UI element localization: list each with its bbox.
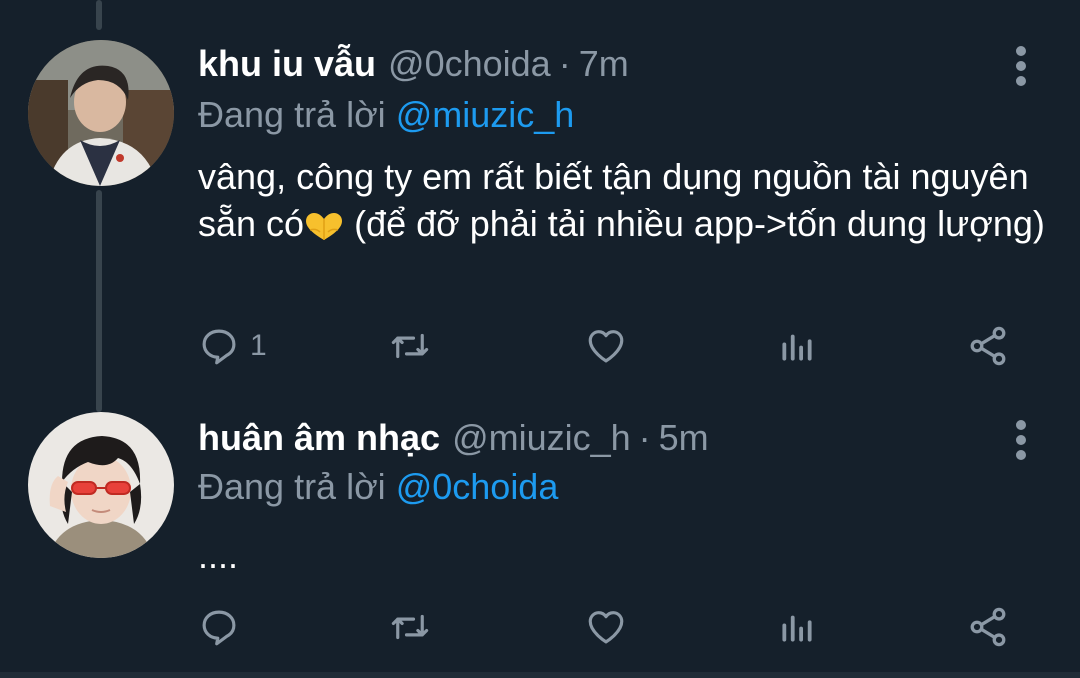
- tweet-actions: [198, 602, 1018, 652]
- share-icon: [970, 607, 1006, 647]
- retweet-icon: [391, 333, 429, 359]
- avatar-image: [28, 412, 174, 558]
- more-options-icon[interactable]: [1008, 420, 1034, 460]
- replying-to-label: Đang trả lời: [198, 466, 386, 507]
- retweet-button[interactable]: [388, 321, 432, 371]
- heart-hands-emoji-icon: [304, 206, 344, 253]
- tweet[interactable]: huân âm nhạc @miuzic_h · 5m Đang trả lời…: [0, 412, 1080, 662]
- reply-icon: [202, 329, 236, 365]
- timestamp[interactable]: 5m: [659, 417, 709, 459]
- conversation-timeline: khu iu vẫu @0choida · 7m Đang trả lời @m…: [0, 0, 1080, 678]
- tweet-text: vâng, công ty em rất biết tận dụng nguồn…: [198, 153, 1058, 253]
- analytics-icon: [782, 615, 812, 642]
- like-button[interactable]: [584, 321, 628, 371]
- avatar[interactable]: [28, 40, 174, 186]
- reply-button[interactable]: [198, 602, 250, 652]
- user-handle[interactable]: @miuzic_h: [452, 417, 631, 459]
- retweet-icon: [391, 614, 429, 640]
- like-button[interactable]: [584, 602, 628, 652]
- timestamp[interactable]: 7m: [579, 43, 629, 85]
- reply-button[interactable]: 1: [198, 321, 267, 371]
- user-handle[interactable]: @0choida: [388, 43, 551, 85]
- avatar-image: [28, 40, 174, 186]
- share-button[interactable]: [966, 602, 1010, 652]
- replying-to: Đang trả lời @0choida: [198, 466, 558, 508]
- tweet-text-part: (để đỡ phải tải nhiều app->tốn dung lượn…: [344, 203, 1045, 244]
- tweet-actions: 1: [198, 321, 1018, 371]
- replying-to-mention[interactable]: @miuzic_h: [396, 94, 575, 135]
- display-name[interactable]: huân âm nhạc: [198, 417, 440, 459]
- tweet-header: huân âm nhạc @miuzic_h · 5m: [198, 412, 709, 464]
- retweet-button[interactable]: [388, 602, 432, 652]
- more-options-icon[interactable]: [1008, 46, 1034, 86]
- analytics-icon: [782, 334, 812, 361]
- reply-icon: [202, 610, 236, 646]
- separator-dot: ·: [558, 43, 571, 84]
- display-name[interactable]: khu iu vẫu: [198, 43, 376, 85]
- divider: [0, 672, 1080, 678]
- like-icon: [588, 611, 624, 644]
- analytics-button[interactable]: [778, 321, 816, 371]
- thread-connector-line: [96, 0, 102, 30]
- like-icon: [588, 330, 624, 363]
- reply-count: 1: [250, 329, 267, 362]
- tweet-header: khu iu vẫu @0choida · 7m: [198, 38, 629, 90]
- tweet-text: ....: [198, 535, 239, 576]
- share-button[interactable]: [966, 321, 1010, 371]
- share-icon: [970, 326, 1006, 366]
- separator-dot: ·: [638, 417, 651, 458]
- avatar[interactable]: [28, 412, 174, 558]
- tweet[interactable]: khu iu vẫu @0choida · 7m Đang trả lời @m…: [0, 38, 1080, 368]
- analytics-button[interactable]: [778, 602, 816, 652]
- replying-to-mention[interactable]: @0choida: [396, 466, 559, 507]
- replying-to: Đang trả lời @miuzic_h: [198, 94, 574, 136]
- replying-to-label: Đang trả lời: [198, 94, 386, 135]
